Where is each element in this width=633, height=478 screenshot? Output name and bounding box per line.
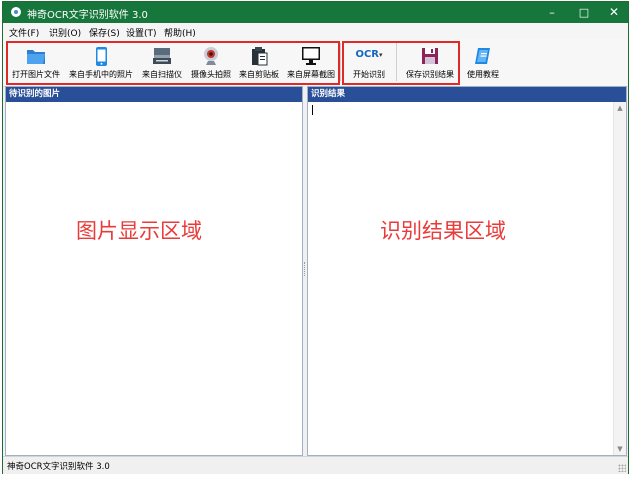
ocr-icon: OCR▾ (355, 49, 383, 60)
from-phone-button[interactable]: 来自手机中的照片 (65, 39, 137, 85)
from-clipboard-button[interactable]: 来自剪贴板 (235, 39, 283, 85)
from-scanner-button[interactable]: 来自扫描仪 (137, 39, 187, 85)
toolbar-separator (340, 43, 341, 81)
save-result-label: 保存识别结果 (406, 70, 454, 79)
tutorial-label: 使用教程 (467, 70, 499, 79)
toolbar: 打开图片文件 来自手机中的照片 来自扫描仪 摄像头拍照 来自剪贴板 来自屏幕截图… (3, 39, 628, 87)
result-scrollbar[interactable]: ▲ ▼ (613, 102, 626, 455)
menu-bar: 文件(F) 识别(O) 保存(S) 设置(T) 帮助(H) (3, 23, 628, 39)
from-phone-label: 来自手机中的照片 (69, 70, 133, 79)
from-clipboard-label: 来自剪贴板 (239, 70, 279, 79)
app-window: 神奇OCR文字识别软件 3.0 – □ ✕ 文件(F) 识别(O) 保存(S) … (2, 1, 629, 474)
status-bar: 神奇OCR文字识别软件 3.0 (3, 456, 628, 474)
scroll-down-icon[interactable]: ▼ (614, 443, 626, 455)
menu-recognize[interactable]: 识别(O) (49, 26, 81, 39)
save-result-button[interactable]: 保存识别结果 (400, 39, 460, 85)
screenshot-button[interactable]: 来自屏幕截图 (283, 39, 339, 85)
open-image-button[interactable]: 打开图片文件 (7, 39, 65, 85)
text-caret (312, 105, 313, 115)
clipboard-icon (252, 47, 268, 66)
start-ocr-label: 开始识别 (353, 70, 385, 79)
toolbar-separator (396, 43, 397, 81)
menu-save[interactable]: 保存(S) (89, 26, 120, 39)
folder-icon (27, 50, 45, 64)
phone-icon (96, 47, 107, 66)
menu-settings[interactable]: 设置(T) (126, 26, 157, 39)
camera-label: 摄像头拍照 (191, 70, 231, 79)
app-logo-icon (11, 7, 21, 17)
ocr-icon-text: OCR (355, 49, 380, 60)
monitor-icon (302, 47, 320, 65)
scanner-icon (153, 48, 171, 64)
maximize-button[interactable]: □ (568, 2, 600, 23)
camera-button[interactable]: 摄像头拍照 (187, 39, 235, 85)
resize-grip-icon[interactable] (618, 464, 626, 472)
book-icon (475, 48, 490, 64)
scroll-up-icon[interactable]: ▲ (614, 102, 626, 114)
title-bar[interactable]: 神奇OCR文字识别软件 3.0 – □ ✕ (3, 2, 628, 23)
result-panel[interactable]: 识别结果 识别结果区域 ▲ ▼ (307, 86, 627, 456)
close-button[interactable]: ✕ (598, 2, 630, 23)
window-title: 神奇OCR文字识别软件 3.0 (27, 10, 148, 21)
save-disk-icon (422, 48, 438, 64)
result-area-label: 识别结果区域 (380, 219, 506, 243)
image-panel-header: 待识别的图片 (6, 87, 302, 102)
menu-file[interactable]: 文件(F) (9, 26, 39, 39)
menu-help[interactable]: 帮助(H) (164, 26, 196, 39)
open-image-label: 打开图片文件 (12, 70, 60, 79)
start-ocr-button[interactable]: OCR▾ 开始识别 (345, 39, 393, 85)
screenshot-label: 来自屏幕截图 (287, 70, 335, 79)
result-panel-header: 识别结果 (308, 87, 626, 102)
image-area-label: 图片显示区域 (76, 219, 202, 243)
minimize-button[interactable]: – (536, 2, 568, 23)
image-panel[interactable]: 待识别的图片 图片显示区域 (5, 86, 303, 456)
webcam-icon (204, 47, 218, 65)
status-text: 神奇OCR文字识别软件 3.0 (7, 462, 110, 472)
tutorial-button[interactable]: 使用教程 (461, 39, 505, 85)
from-scanner-label: 来自扫描仪 (142, 70, 182, 79)
